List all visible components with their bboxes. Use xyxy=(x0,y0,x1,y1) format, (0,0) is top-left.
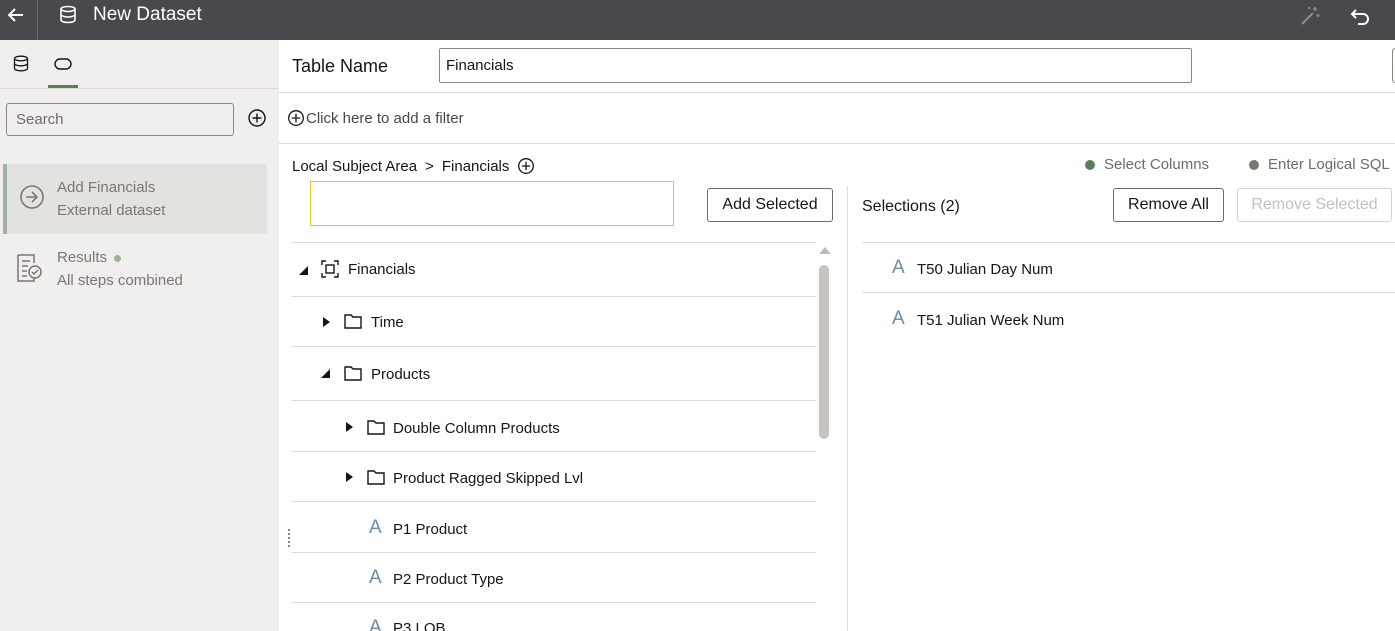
page-title: New Dataset xyxy=(93,4,202,25)
radio-label: Enter Logical SQL xyxy=(1268,156,1390,173)
tab-join-diagram[interactable] xyxy=(48,52,78,88)
radio-select-columns[interactable]: Select Columns xyxy=(1085,156,1209,173)
radio-dot xyxy=(1249,159,1259,170)
selection-label: T50 Julian Day Num xyxy=(917,261,1053,278)
undo-icon[interactable] xyxy=(1350,5,1372,27)
step-title: Add Financials xyxy=(57,179,156,196)
scrollbar-thumb[interactable] xyxy=(819,265,829,439)
attribute-icon: A xyxy=(369,617,382,631)
tree-item-p3-lob[interactable]: A P3 LOB xyxy=(292,603,816,631)
top-bar: New Dataset xyxy=(0,0,1395,40)
step-subtitle: All steps combined xyxy=(57,272,183,289)
breadcrumb-root[interactable]: Local Subject Area xyxy=(292,158,417,175)
database-icon xyxy=(13,55,29,72)
attribute-icon: A xyxy=(892,308,905,329)
selection-label: T51 Julian Week Num xyxy=(917,312,1065,329)
folder-icon xyxy=(367,470,385,485)
tree-item-label: Double Column Products xyxy=(393,420,560,437)
tree-item-label: Products xyxy=(371,366,431,383)
attribute-icon: A xyxy=(369,517,382,538)
divider xyxy=(279,143,1395,144)
left-panel: Add Financials External dataset Results … xyxy=(0,40,279,631)
attribute-icon: A xyxy=(892,257,905,278)
panel-divider xyxy=(847,186,848,631)
tree-item-label: P2 Product Type xyxy=(393,571,504,588)
add-circle-icon xyxy=(288,110,304,126)
scroll-up-arrow-icon[interactable] xyxy=(819,247,831,254)
search-input[interactable] xyxy=(6,103,234,136)
radio-label: Select Columns xyxy=(1104,156,1210,173)
step-results[interactable]: Results All steps combined xyxy=(3,240,267,300)
step-title-text: Results xyxy=(57,249,108,266)
column-search-input[interactable] xyxy=(310,181,674,226)
tab-data-sources[interactable] xyxy=(6,52,36,88)
filter-label: Click here to add a filter xyxy=(306,109,464,127)
database-icon xyxy=(60,5,76,24)
add-selected-button[interactable]: Add Selected xyxy=(707,188,833,222)
tree-item-p1-product[interactable]: A P1 Product xyxy=(292,502,816,553)
status-dot xyxy=(114,254,122,262)
selections-title: Selections (2) xyxy=(862,198,960,215)
folder-icon xyxy=(344,314,362,329)
join-diagram-icon xyxy=(54,58,72,70)
remove-selected-button[interactable]: Remove Selected xyxy=(1237,188,1392,222)
breadcrumb: Local Subject Area > Financials xyxy=(292,157,535,175)
arrow-right-circle-icon xyxy=(20,185,44,209)
divider xyxy=(279,92,1395,93)
divider xyxy=(0,88,279,89)
resize-grip[interactable] xyxy=(288,529,291,547)
step-title: Results xyxy=(57,249,122,266)
add-circle-icon[interactable] xyxy=(517,157,535,175)
tree-item-p2-product-type[interactable]: A P2 Product Type xyxy=(292,553,816,603)
selection-item[interactable]: A T51 Julian Week Num xyxy=(862,293,1395,343)
tree-item-product-ragged-skipped-lvl[interactable]: Product Ragged Skipped Lvl xyxy=(292,452,816,502)
radio-enter-logical-sql[interactable]: Enter Logical SQL xyxy=(1249,156,1390,173)
tree-item-label: P1 Product xyxy=(393,521,468,538)
tree-item-label: Time xyxy=(371,314,404,331)
tree-item-label: Financials xyxy=(348,261,416,278)
tree-item-label: Product Ragged Skipped Lvl xyxy=(393,470,584,487)
step-add-financials[interactable]: Add Financials External dataset xyxy=(3,164,267,234)
caret-expanded-icon[interactable] xyxy=(298,264,310,276)
divider xyxy=(37,0,38,40)
tree-item-time[interactable]: Time xyxy=(292,297,816,347)
remove-all-button[interactable]: Remove All xyxy=(1113,188,1224,222)
breadcrumb-separator: > xyxy=(425,157,434,175)
breadcrumb-current: Financials xyxy=(441,157,510,175)
magic-wand-icon[interactable] xyxy=(1299,5,1321,27)
caret-collapsed-icon[interactable] xyxy=(343,421,355,433)
folder-icon xyxy=(367,420,385,435)
results-icon xyxy=(17,254,42,282)
folder-icon xyxy=(344,366,362,381)
step-subtitle: External dataset xyxy=(57,202,166,219)
add-circle-icon[interactable] xyxy=(247,108,267,128)
caret-collapsed-icon[interactable] xyxy=(320,316,332,328)
back-button[interactable] xyxy=(0,0,31,30)
tree-item-financials[interactable]: Financials xyxy=(292,243,816,297)
attribute-icon: A xyxy=(369,567,382,588)
tree-item-label: P3 LOB xyxy=(393,620,446,631)
add-filter-link[interactable]: Click here to add a filter xyxy=(287,109,464,127)
tree-item-products[interactable]: Products xyxy=(292,347,816,401)
tree-item-double-column-products[interactable]: Double Column Products xyxy=(292,401,816,452)
table-name-label: Table Name xyxy=(292,56,389,76)
arrow-left-icon xyxy=(7,8,23,22)
radio-selected-dot xyxy=(1085,159,1095,170)
caret-expanded-icon[interactable] xyxy=(320,367,332,379)
table-name-input[interactable] xyxy=(439,48,1192,83)
subject-area-icon xyxy=(321,260,339,278)
selection-item[interactable]: A T50 Julian Day Num xyxy=(862,243,1395,293)
caret-collapsed-icon[interactable] xyxy=(343,471,355,483)
